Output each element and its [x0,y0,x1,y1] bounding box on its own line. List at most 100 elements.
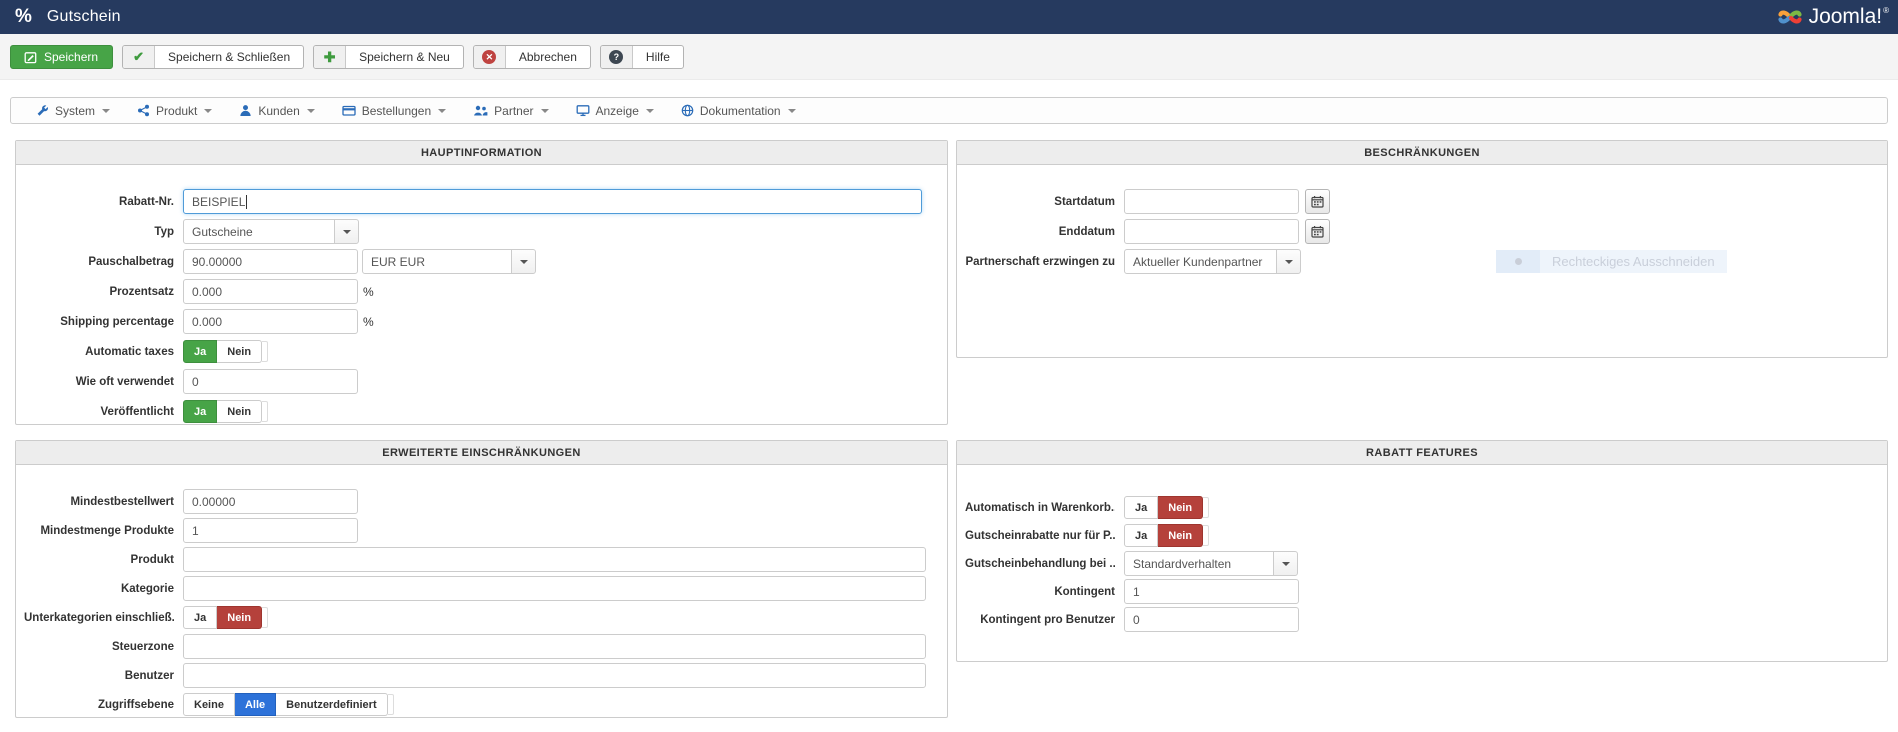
toggle-no[interactable]: Nein [217,340,262,363]
calendar-button[interactable] [1305,219,1330,244]
partnerschaft-select[interactable]: Aktueller Kundenpartner [1124,249,1301,274]
joomla-logo: Joomla! ® [1776,3,1888,31]
save-new-button-label: Speichern & Neu [346,46,463,68]
kontingent-input[interactable]: 1 [1124,579,1299,604]
shipping-percentage-input[interactable]: 0.000 [183,309,358,334]
panel-title: RABATT FEATURES [957,441,1887,465]
panel-title: BESCHRÄNKUNGEN [957,141,1887,165]
toggle-no[interactable]: Nein [217,400,262,423]
panel-title: ERWEITERTE EINSCHRÄNKUNGEN [16,441,947,465]
help-button[interactable]: ? Hilfe [600,45,684,69]
toggle-yes[interactable]: Ja [1124,496,1158,519]
percent-suffix: % [363,285,374,299]
menu-item-label: Anzeige [596,104,639,118]
field-label: Automatisch in Warenkorb... [965,502,1115,514]
percent-icon: % [15,6,32,28]
save-close-button-label: Speichern & Schließen [155,46,303,68]
partners-icon [473,104,488,117]
cancel-button-label: Abbrechen [506,46,590,68]
chevron-down-icon[interactable] [334,219,359,244]
panel-erweiterte-einschraenkungen: ERWEITERTE EINSCHRÄNKUNGEN Mindestbestel… [15,440,948,718]
wie-oft-verwendet-input[interactable]: 0 [183,369,358,394]
chevron-down-icon [438,109,446,113]
toggle-option-keine[interactable]: Keine [183,693,235,716]
save-new-button[interactable]: ✚ Speichern & Neu [313,45,464,69]
save-button[interactable]: Speichern [10,45,113,69]
calendar-button[interactable] [1305,189,1330,214]
automatic-taxes-toggle: Ja Nein [183,340,268,363]
toggle-option-alle[interactable]: Alle [235,693,276,716]
produkt-input[interactable] [183,547,926,572]
orders-icon [342,104,356,117]
pauschalbetrag-input[interactable]: 90.00000 [183,249,358,274]
toggle-tail [262,401,268,422]
field-label: Gutscheinbehandlung bei ... [965,558,1115,570]
field-label: Kontingent pro Benutzer [965,614,1115,626]
toggle-tail [1203,497,1209,518]
percent-suffix: % [363,315,374,329]
field-label: Mindestmenge Produkte [24,525,174,537]
menu-item-label: System [55,104,95,118]
cancel-button[interactable]: ✕ Abbrechen [473,45,591,69]
chevron-down-icon[interactable] [1276,249,1301,274]
chevron-down-icon[interactable] [511,249,536,274]
field-label: Shipping percentage [24,316,174,328]
field-label: Zugriffsebene [24,699,174,711]
rabatt-nr-input[interactable]: BEISPIEL [183,189,922,214]
menu-item-kunden[interactable]: Kunden [239,104,314,118]
toggle-tail [262,341,268,362]
field-label: Partnerschaft erzwingen zu [965,256,1115,268]
field-label: Rabatt-Nr. [24,196,174,208]
top-navbar: % Gutschein Joomla! ® [0,0,1898,34]
typ-select[interactable]: Gutscheine [183,219,359,244]
page: % Gutschein Joomla! ® Speichern [0,0,1898,732]
steuerzone-input[interactable] [183,634,926,659]
toggle-yes[interactable]: Ja [183,400,217,423]
help-icon: ? [601,46,633,68]
menu-item-dokumentation[interactable]: Dokumentation [681,104,796,118]
snip-mode-icon [1496,250,1540,273]
menu-item-label: Produkt [156,104,197,118]
field-label: Benutzer [24,670,174,682]
save-button-label: Speichern [37,46,112,68]
menu-item-label: Dokumentation [700,104,781,118]
field-label: Prozentsatz [24,286,174,298]
toggle-option-benutzerdefiniert[interactable]: Benutzerdefiniert [276,693,387,716]
benutzer-input[interactable] [183,663,926,688]
toggle-no[interactable]: Nein [1158,496,1203,519]
chevron-down-icon[interactable] [1273,551,1298,576]
toggle-yes[interactable]: Ja [183,340,217,363]
startdatum-input[interactable] [1124,189,1299,214]
toggle-no[interactable]: Nein [1158,524,1203,547]
product-icon [137,104,150,117]
kontingent-pro-benutzer-input[interactable]: 0 [1124,607,1299,632]
menu-item-system[interactable]: System [36,104,110,118]
gutscheinbehandlung-select[interactable]: Standardverhalten [1124,551,1298,576]
toggle-tail [262,607,268,628]
toggle-no[interactable]: Nein [217,606,262,629]
kategorie-input[interactable] [183,576,926,601]
help-button-label: Hilfe [633,46,683,68]
enddatum-input[interactable] [1124,219,1299,244]
field-label: Typ [24,226,174,238]
menu-item-partner[interactable]: Partner [473,104,548,118]
snip-tool-overlay: Rechteckiges Ausschneiden [1496,250,1727,273]
user-icon [239,104,252,117]
field-label: Kontingent [965,586,1115,598]
menu-item-produkt[interactable]: Produkt [137,104,212,118]
menu-item-anzeige[interactable]: Anzeige [576,104,654,118]
field-label: Kategorie [24,583,174,595]
joomla-logo-text: Joomla! [1809,5,1883,29]
toggle-yes[interactable]: Ja [1124,524,1158,547]
prozentsatz-input[interactable]: 0.000 [183,279,358,304]
toolbar: Speichern ✔ Speichern & Schließen ✚ Spei… [0,34,1898,80]
toggle-yes[interactable]: Ja [183,606,217,629]
mindestmenge-produkte-input[interactable]: 1 [183,518,358,543]
menu-item-label: Partner [494,104,533,118]
menu-item-label: Kunden [258,104,299,118]
mindestbestellwert-input[interactable]: 0.00000 [183,489,358,514]
currency-select[interactable]: EUR EUR [362,249,536,274]
menu-item-bestellungen[interactable]: Bestellungen [342,104,446,118]
field-label: Unterkategorien einschließ... [24,612,174,624]
save-close-button[interactable]: ✔ Speichern & Schließen [122,45,304,69]
